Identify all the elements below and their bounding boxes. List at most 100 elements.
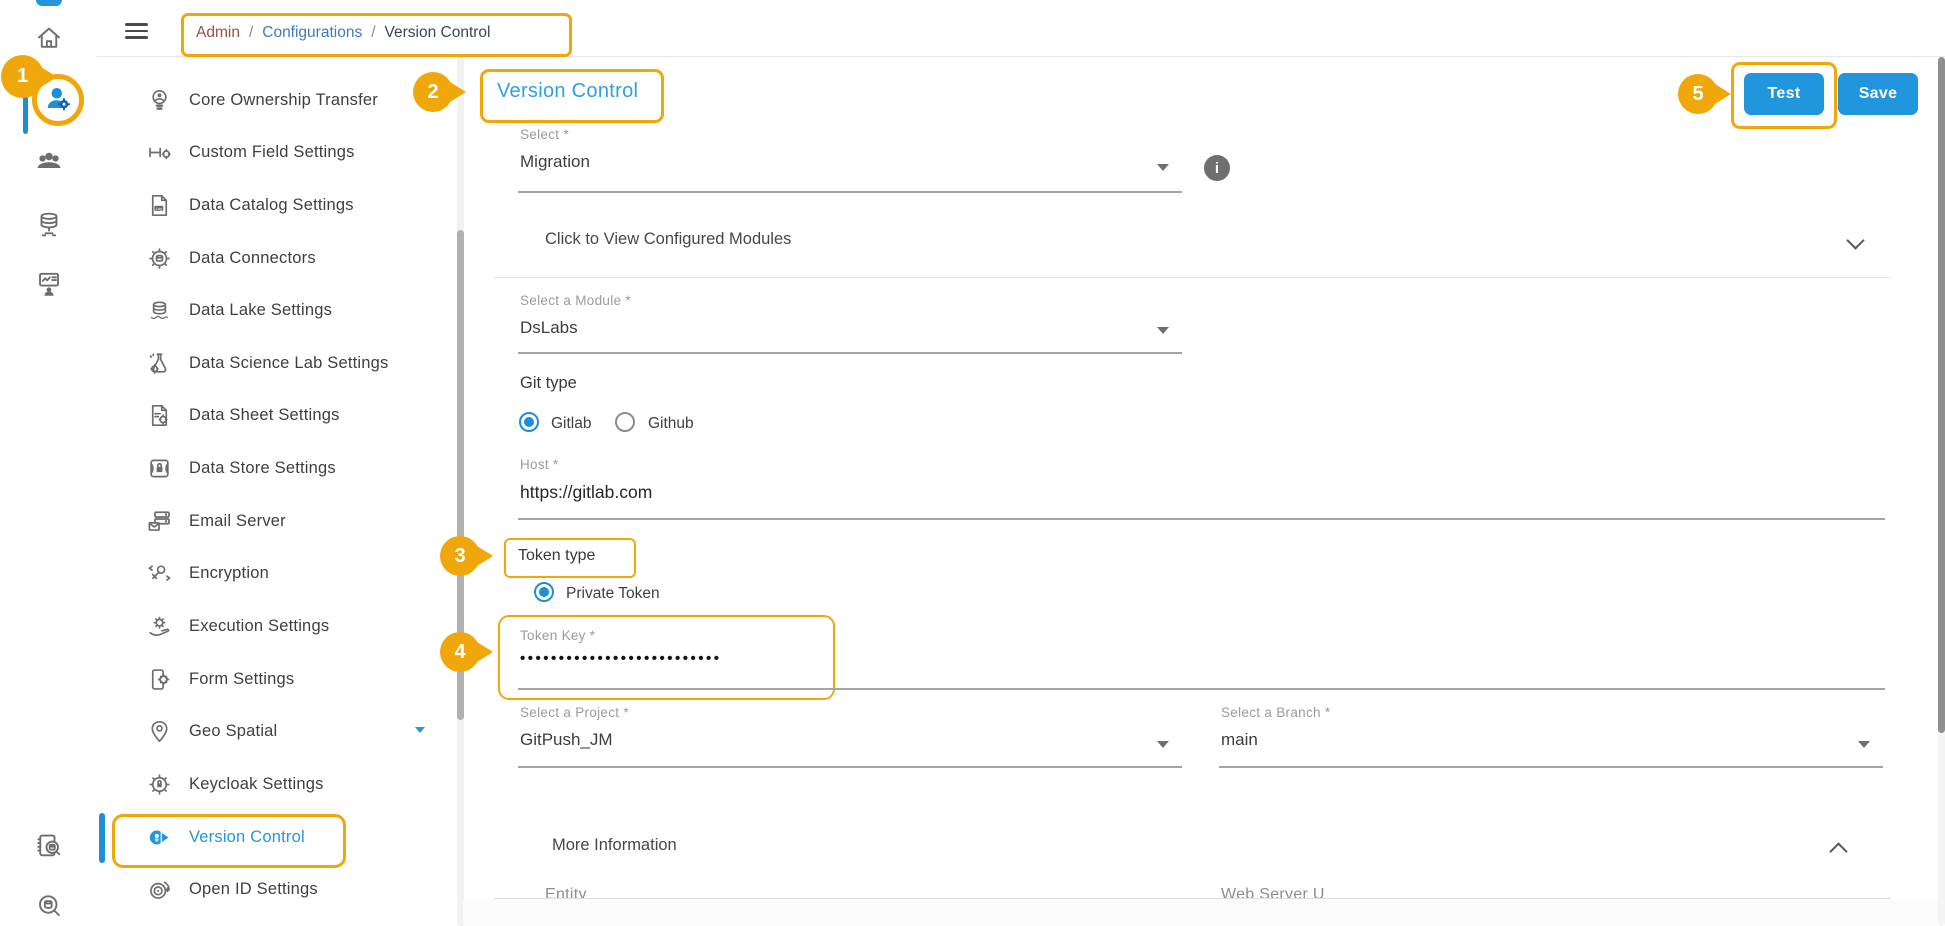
doc-gear-icon [144,402,174,429]
pin-icon [144,718,174,745]
sidebar-item-form-settings[interactable]: Form Settings [97,653,455,706]
svg-text:Log: Log [155,207,161,211]
mail-server-icon [144,508,174,535]
panel-divider [494,277,1891,278]
breadcrumb-configurations[interactable]: Configurations [262,24,362,42]
project-dropdown-icon[interactable] [1157,741,1169,748]
workspace-icon[interactable] [0,268,97,300]
admin-user-icon [43,83,73,118]
home-icon[interactable] [0,22,97,54]
token-key-input[interactable]: •••••••••••••••••••••••••• [520,650,722,667]
sidebar-item-label: Version Control [189,828,305,847]
select-label: Select * [520,127,569,142]
save-button[interactable]: Save [1838,73,1918,115]
private-token-radio[interactable] [534,582,554,602]
sidebar-item-data-catalog-settings[interactable]: Log Data Catalog Settings [97,179,455,232]
module-select-value[interactable]: DsLabs [520,318,578,338]
flask-gear-icon [144,350,174,377]
select-underline [518,191,1182,193]
token-key-underline [518,688,1885,690]
private-token-radio-label[interactable]: Private Token [566,585,660,603]
geo-spatial-chevron-icon[interactable] [415,727,425,733]
sidebar-item-label: Form Settings [189,670,294,689]
sidebar-item-encryption[interactable]: Encryption [97,547,455,600]
sidebar-item-label: Data Connectors [189,249,316,268]
sidebar-item-data-connectors[interactable]: Data Connectors [97,232,455,285]
sidebar-item-label: Keycloak Settings [189,775,324,794]
git-type-label: Git type [520,374,577,393]
sidebar-item-version-control[interactable]: Version Control [97,811,455,864]
host-label: Host * [520,457,559,472]
select-value[interactable]: Migration [520,152,590,172]
token-key-label: Token Key * [520,628,595,643]
branch-select-value[interactable]: main [1221,730,1258,750]
sidebar-item-label: Data Sheet Settings [189,406,340,425]
module-select-label: Select a Module * [520,293,631,308]
sidebar-item-label: Custom Field Settings [189,143,355,162]
field-gear-icon [144,139,174,166]
sidebar-item-data-science-lab-settings[interactable]: Data Science Lab Settings [97,337,455,390]
annotation-badge-1: 1 [1,55,44,98]
sidebar-item-label: Geo Spatial [189,722,277,741]
module-dropdown-icon[interactable] [1157,327,1169,334]
search-data-icon[interactable] [0,890,97,922]
gear-lock-icon [144,771,174,798]
sidebar-item-email-server[interactable]: Email Server [97,495,455,548]
db-layers-icon [144,297,174,324]
clipped-field-fragment: Web Server U [1221,886,1621,898]
breadcrumb-admin[interactable]: Admin [196,24,240,42]
more-information-panel-header[interactable]: More Information [552,836,677,855]
chevron-down-icon[interactable] [1846,231,1864,249]
openid-icon [144,876,174,903]
host-input[interactable]: https://gitlab.com [520,482,652,503]
info-icon[interactable]: i [1204,155,1230,181]
branch-select-underline [1219,766,1883,768]
git-vc-icon [144,824,174,851]
chevron-up-icon[interactable] [1829,842,1847,860]
sidebar-item-execution-settings[interactable]: Execution Settings [97,600,455,653]
window-scrollbar-thumb[interactable] [1938,57,1945,733]
data-sources-icon[interactable] [0,208,97,240]
gitlab-radio[interactable] [519,412,539,432]
sidebar-item-label: Encryption [189,564,269,583]
sidebar-item-data-sheet-settings[interactable]: Data Sheet Settings [97,389,455,442]
sidebar-active-indicator [99,813,105,863]
hand-gear-icon [144,613,174,640]
gitlab-radio-label[interactable]: Gitlab [551,415,592,433]
select-dropdown-icon[interactable] [1157,164,1169,171]
test-button[interactable]: Test [1744,73,1824,115]
sidebar-item-label: Data Store Settings [189,459,336,478]
github-radio-label[interactable]: Github [648,415,694,433]
audit-log-icon[interactable] [0,830,97,862]
sidebar-item-label: Core Ownership Transfer [189,91,378,110]
sidebar-item-geo-spatial[interactable]: Geo Spatial [97,705,455,758]
breadcrumb-separator: / [249,24,253,42]
sidebar-item-label: Data Catalog Settings [189,196,354,215]
host-underline [518,518,1885,520]
annotation-badge-2: 2 [413,72,453,112]
sidebar-item-label: Data Lake Settings [189,301,332,320]
vault-lock-icon [144,455,174,482]
branch-select-label: Select a Branch * [1221,705,1330,720]
sidebar-item-data-lake-settings[interactable]: Data Lake Settings [97,284,455,337]
annotation-badge-5: 5 [1678,74,1718,114]
project-select-value[interactable]: GitPush_JM [520,730,613,750]
module-select-underline [518,352,1182,354]
page-background-strip [463,899,1938,926]
bulb-person-icon [144,87,174,114]
sidebar-item-core-ownership-transfer[interactable]: Core Ownership Transfer [97,74,455,127]
configured-modules-panel-header[interactable]: Click to View Configured Modules [545,230,791,249]
github-radio[interactable] [615,412,635,432]
user-groups-icon[interactable] [0,146,97,178]
sidebar-item-data-store-settings[interactable]: Data Store Settings [97,442,455,495]
branch-dropdown-icon[interactable] [1858,741,1870,748]
sidebar-item-label: Open ID Settings [189,880,318,899]
hamburger-icon[interactable] [125,19,148,43]
topbar-divider [97,56,1945,57]
token-type-label: Token type [518,547,595,565]
sidebar-item-keycloak-settings[interactable]: Keycloak Settings [97,758,455,811]
page-title: Version Control [497,80,638,103]
annotation-badge-3: 3 [440,536,480,576]
sidebar-item-open-id-settings[interactable]: Open ID Settings [97,863,455,916]
sidebar-item-custom-field-settings[interactable]: Custom Field Settings [97,126,455,179]
